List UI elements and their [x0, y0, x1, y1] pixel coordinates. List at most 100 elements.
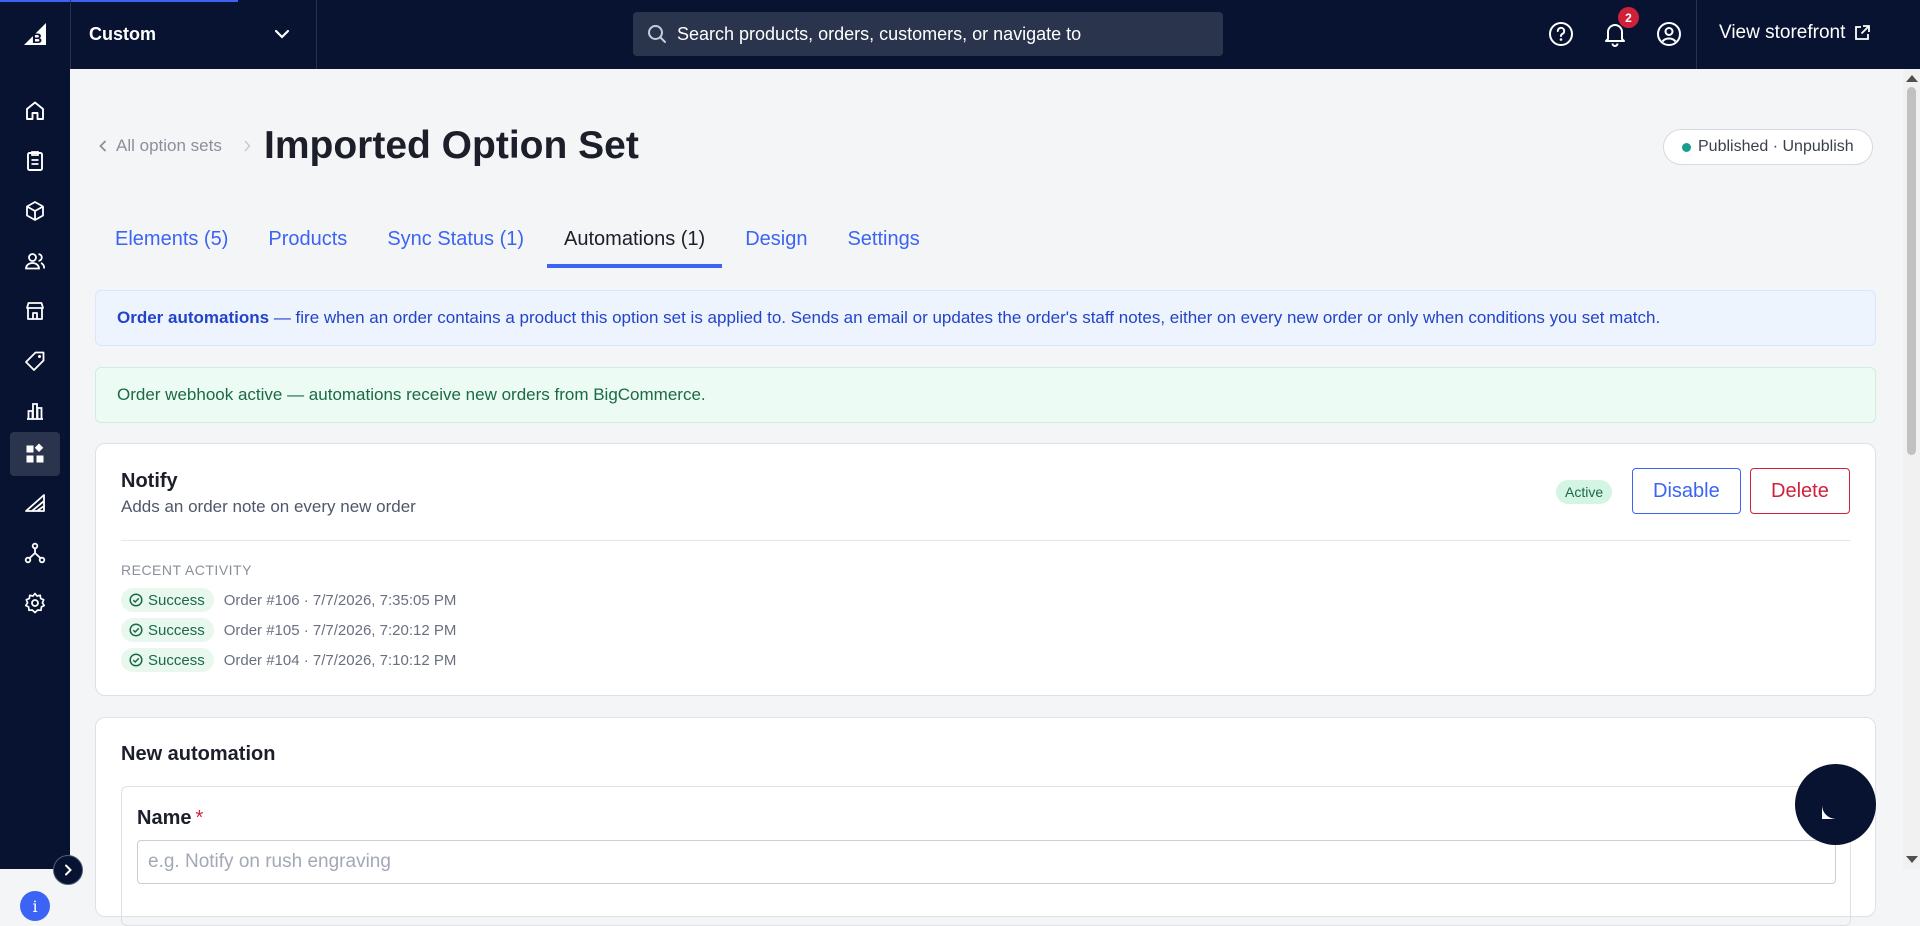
name-field-label: Name *	[137, 807, 203, 830]
sidebar-item-marketing[interactable]	[10, 339, 60, 383]
chat-launcher-button[interactable]	[1795, 764, 1876, 845]
breadcrumb[interactable]: All option sets	[98, 136, 252, 156]
info-button[interactable]: i	[20, 891, 50, 921]
apps-icon	[26, 443, 44, 463]
expand-sidebar-button[interactable]	[53, 855, 83, 885]
publish-status-label: Published · Unpublish	[1698, 138, 1854, 155]
scroll-down-arrow-icon[interactable]	[1906, 856, 1918, 863]
main-sidebar: i	[0, 69, 83, 921]
search-icon	[648, 25, 666, 43]
activity-row: Success Order #105 · 7/7/2026, 7:20:12 P…	[121, 618, 456, 642]
sidebar-item-home[interactable]	[10, 89, 60, 133]
success-label: Success	[148, 591, 205, 609]
account-button[interactable]	[1653, 18, 1685, 50]
topbar-divider	[1696, 0, 1697, 69]
help-icon	[1549, 22, 1573, 46]
tab-bar: Elements (5) Products Sync Status (1) Au…	[98, 222, 943, 268]
publish-status-toggle[interactable]: Published · Unpublish	[1663, 129, 1873, 165]
automation-subtitle: Adds an order note on every new order	[121, 497, 416, 516]
sidebar-item-storefront[interactable]	[10, 289, 60, 333]
check-circle-icon	[129, 593, 143, 607]
sidebar-item-apps[interactable]	[10, 432, 60, 476]
name-label-text: Name	[137, 807, 192, 829]
tab-design[interactable]: Design	[728, 222, 824, 264]
sidebar-item-channel-manager[interactable]	[10, 481, 60, 525]
store-switcher[interactable]: Custom	[70, 0, 317, 69]
automation-status-badge: Active	[1556, 480, 1613, 504]
success-badge: Success	[121, 648, 214, 672]
global-search[interactable]	[633, 12, 1223, 56]
tab-settings[interactable]: Settings	[830, 222, 936, 264]
webhook-status-banner: Order webhook active — automations recei…	[95, 367, 1876, 423]
delete-button[interactable]: Delete	[1750, 468, 1850, 514]
success-label: Success	[148, 621, 205, 639]
view-storefront-link[interactable]: View storefront	[1719, 22, 1871, 44]
webhook-status-text: Order webhook active — automations recei…	[117, 385, 706, 404]
check-circle-icon	[129, 653, 143, 667]
page-title: Imported Option Set	[264, 124, 639, 167]
help-button[interactable]	[1545, 18, 1577, 50]
tab-products[interactable]: Products	[251, 222, 364, 264]
order-automations-info-banner: Order automations — fire when an order c…	[95, 290, 1876, 346]
info-icon: i	[32, 896, 38, 916]
recent-activity-heading: RECENT ACTIVITY	[121, 562, 252, 578]
chevron-right-icon	[65, 864, 72, 876]
bigcommerce-logo[interactable]: B	[0, 0, 70, 69]
automation-card: Notify Adds an order note on every new o…	[95, 443, 1876, 696]
sidebar-item-products[interactable]	[10, 189, 60, 233]
orders-icon	[27, 151, 43, 171]
name-field-group: Name *	[121, 786, 1851, 926]
home-icon	[26, 101, 44, 120]
chevron-right-icon	[244, 140, 251, 152]
success-badge: Success	[121, 588, 214, 612]
tab-automations[interactable]: Automations (1)	[547, 222, 723, 268]
sidebar-item-analytics[interactable]	[10, 389, 60, 433]
info-banner-body: — fire when an order contains a product …	[269, 308, 1661, 327]
disable-button[interactable]: Disable	[1632, 468, 1741, 514]
chevron-left-icon	[99, 140, 107, 152]
notifications-count-badge: 2	[1618, 7, 1639, 28]
top-bar: B Custom 2 Vie	[0, 0, 1920, 69]
bigcommerce-logo-icon: B	[24, 22, 46, 46]
integrations-icon	[24, 542, 46, 564]
user-circle-icon	[1657, 22, 1681, 46]
activity-row: Success Order #106 · 7/7/2026, 7:35:05 P…	[121, 588, 456, 612]
sidebar-item-integrations[interactable]	[10, 531, 60, 575]
chat-icon	[1821, 790, 1850, 819]
settings-icon	[24, 592, 46, 614]
status-dot	[1682, 142, 1691, 152]
success-badge: Success	[121, 618, 214, 642]
search-input[interactable]	[675, 22, 1199, 46]
storefront-icon	[26, 302, 44, 320]
activity-detail: Order #105 · 7/7/2026, 7:20:12 PM	[223, 621, 457, 639]
card-divider	[121, 540, 1850, 541]
channel-manager-icon	[25, 494, 45, 512]
activity-row: Success Order #104 · 7/7/2026, 7:10:12 P…	[121, 648, 456, 672]
store-name: Custom	[89, 24, 156, 44]
automation-title: Notify	[121, 470, 178, 492]
tab-elements[interactable]: Elements (5)	[98, 222, 245, 264]
new-automation-title: New automation	[121, 743, 276, 765]
breadcrumb-all-option-sets[interactable]: All option sets	[116, 136, 222, 156]
info-banner-title: Order automations	[117, 308, 270, 327]
page-scrollbar[interactable]	[1903, 69, 1920, 869]
new-automation-card: New automation Name *	[95, 717, 1876, 926]
sidebar-item-customers[interactable]	[10, 239, 60, 283]
automation-name-input[interactable]	[137, 840, 1836, 884]
tab-sync-status[interactable]: Sync Status (1)	[370, 222, 541, 264]
required-marker: *	[195, 807, 204, 829]
success-label: Success	[148, 651, 205, 669]
sidebar-item-orders[interactable]	[10, 139, 60, 183]
scrollbar-thumb[interactable]	[1907, 87, 1916, 455]
analytics-icon	[27, 403, 43, 420]
chevron-down-icon	[274, 29, 290, 39]
activity-detail: Order #106 · 7/7/2026, 7:35:05 PM	[223, 591, 457, 609]
view-storefront-label: View storefront	[1719, 22, 1846, 43]
products-icon	[26, 201, 44, 221]
scroll-up-arrow-icon[interactable]	[1906, 75, 1918, 82]
svg-text:B: B	[32, 30, 42, 46]
marketing-icon	[25, 351, 45, 371]
check-circle-icon	[129, 623, 143, 637]
sidebar-item-settings[interactable]	[10, 581, 60, 625]
external-link-icon	[1855, 25, 1871, 40]
